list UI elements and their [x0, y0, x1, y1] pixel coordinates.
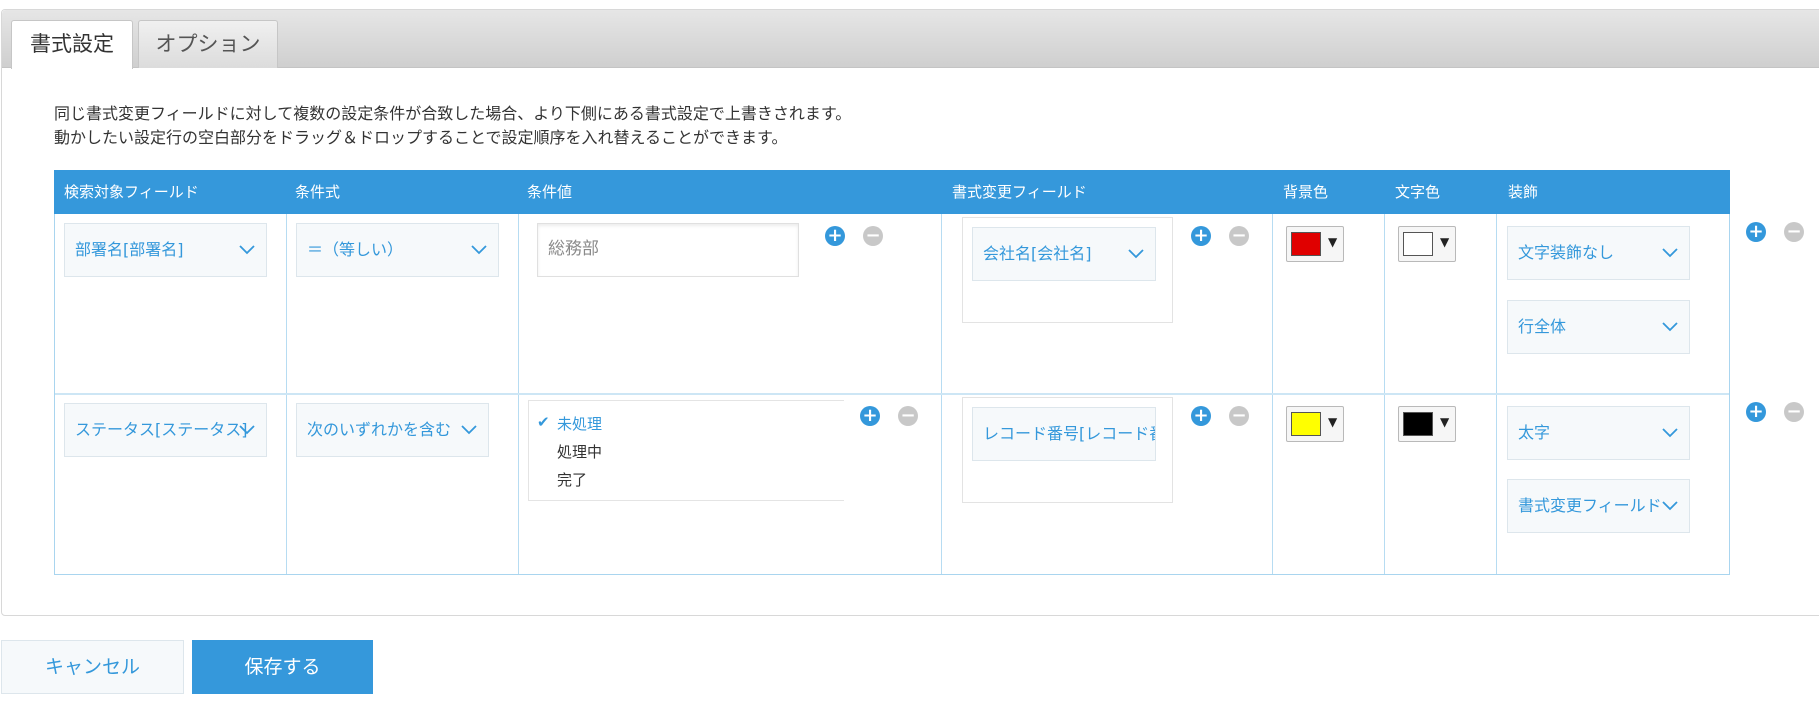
option-completed[interactable]: 完了: [557, 469, 587, 490]
target-field-value: 会社名[会社名]: [983, 244, 1092, 263]
search-field-value: ステータス[ステータス]: [75, 420, 248, 439]
description-line-2: 動かしたい設定行の空白部分をドラッグ＆ドロップすることで設定順序を入れ替えること…: [54, 128, 788, 147]
condition-value: 次のいずれかを含む: [307, 420, 452, 439]
row-divider: [55, 393, 1729, 395]
bg-color-picker[interactable]: ▼: [1286, 226, 1344, 262]
target-field-box: 会社名[会社名]: [962, 217, 1173, 323]
condition-value: ＝（等しい）: [307, 240, 404, 259]
condition-select[interactable]: 次のいずれかを含む: [296, 403, 489, 457]
caret-down-icon: ▼: [1328, 235, 1338, 249]
chevron-down-icon: [1125, 228, 1147, 280]
header-search-field: 検索対象フィールド: [64, 183, 199, 201]
decoration-scope-select[interactable]: 書式変更フィールド: [1507, 479, 1690, 533]
add-row-button[interactable]: +: [1746, 402, 1766, 422]
tab-options[interactable]: オプション: [138, 20, 278, 68]
chevron-down-icon: [1659, 480, 1681, 532]
add-row-button[interactable]: +: [1746, 222, 1766, 242]
chevron-down-icon: [1659, 227, 1681, 279]
cancel-button[interactable]: キャンセル: [1, 640, 184, 694]
chevron-down-icon: [236, 404, 258, 456]
tab-bar: 書式設定 オプション: [2, 10, 1819, 69]
add-target-field-button[interactable]: +: [1191, 226, 1211, 246]
check-icon: ✔: [537, 413, 550, 431]
header-target-field: 書式変更フィールド: [952, 183, 1087, 201]
target-field-select[interactable]: 会社名[会社名]: [972, 227, 1156, 281]
text-color-picker[interactable]: ▼: [1398, 226, 1456, 262]
chevron-down-icon: [468, 224, 490, 276]
search-field-value: 部署名[部署名]: [75, 240, 184, 259]
chevron-down-icon: [236, 224, 258, 276]
target-field-select[interactable]: レコード番号[レコード番号]: [972, 407, 1156, 461]
text-color-swatch: [1403, 232, 1433, 256]
description-line-1: 同じ書式変更フィールドに対して複数の設定条件が合致した場合、より下側にある書式設…: [54, 104, 852, 123]
add-value-button[interactable]: +: [825, 226, 845, 246]
target-field-value: レコード番号[レコード番号]: [983, 424, 1155, 443]
condition-select[interactable]: ＝（等しい）: [296, 223, 499, 277]
decoration-scope-value: 行全体: [1518, 317, 1567, 336]
chevron-down-icon: [1659, 407, 1681, 459]
table-header: 検索対象フィールド 条件式 条件値 書式変更フィールド 背景色 文字色 装飾: [54, 170, 1730, 214]
bg-color-swatch: [1291, 232, 1321, 256]
decoration-style-value: 太字: [1518, 423, 1551, 442]
chevron-down-icon: [1659, 301, 1681, 353]
decoration-style-value: 文字装飾なし: [1518, 243, 1615, 262]
text-color-swatch: [1403, 412, 1433, 436]
header-decoration: 装飾: [1508, 183, 1539, 201]
format-rules-table: 検索対象フィールド 条件式 条件値 書式変更フィールド 背景色 文字色 装飾 部…: [54, 170, 1730, 575]
option-in-progress[interactable]: 処理中: [557, 441, 602, 462]
table-body: 部署名[部署名] ＝（等しい） 総務部 + − 会社名[会社名] + − ▼ ▼…: [54, 214, 1730, 575]
add-value-button[interactable]: +: [860, 406, 880, 426]
bg-color-swatch: [1291, 412, 1321, 436]
remove-row-button[interactable]: −: [1784, 402, 1804, 422]
chevron-down-icon: [458, 404, 480, 456]
save-button[interactable]: 保存する: [192, 640, 373, 694]
condition-value-checklist: ✔ 未処理 処理中 完了: [528, 400, 844, 501]
header-condition: 条件式: [295, 183, 341, 201]
decoration-scope-select[interactable]: 行全体: [1507, 300, 1690, 354]
remove-row-button[interactable]: −: [1784, 222, 1804, 242]
condition-value-input[interactable]: 総務部: [537, 223, 799, 277]
option-unprocessed[interactable]: 未処理: [557, 413, 602, 434]
header-text-color: 文字色: [1395, 183, 1441, 201]
decoration-style-select[interactable]: 太字: [1507, 406, 1690, 460]
caret-down-icon: ▼: [1440, 415, 1450, 429]
search-field-select[interactable]: 部署名[部署名]: [64, 223, 267, 277]
decoration-scope-value: 書式変更フィールド: [1518, 496, 1662, 515]
target-field-box: レコード番号[レコード番号]: [962, 397, 1173, 503]
caret-down-icon: ▼: [1328, 415, 1338, 429]
tab-format-settings[interactable]: 書式設定: [11, 20, 133, 69]
text-color-picker[interactable]: ▼: [1398, 406, 1456, 442]
add-target-field-button[interactable]: +: [1191, 406, 1211, 426]
header-condition-value: 条件値: [527, 183, 573, 201]
caret-down-icon: ▼: [1440, 235, 1450, 249]
remove-value-button[interactable]: −: [898, 406, 918, 426]
remove-target-field-button[interactable]: −: [1229, 406, 1249, 426]
decoration-style-select[interactable]: 文字装飾なし: [1507, 226, 1690, 280]
search-field-select[interactable]: ステータス[ステータス]: [64, 403, 267, 457]
remove-value-button[interactable]: −: [863, 226, 883, 246]
header-bg-color: 背景色: [1283, 183, 1329, 201]
remove-target-field-button[interactable]: −: [1229, 226, 1249, 246]
bg-color-picker[interactable]: ▼: [1286, 406, 1344, 442]
